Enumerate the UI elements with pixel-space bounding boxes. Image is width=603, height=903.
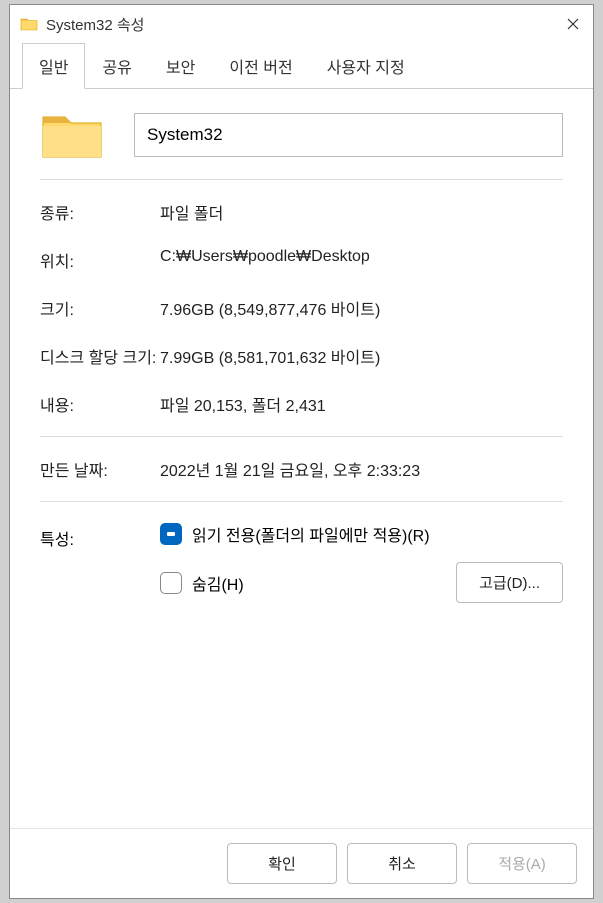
divider — [40, 501, 563, 502]
tab-sharing[interactable]: 공유 — [85, 43, 148, 89]
tab-bar: 일반 공유 보안 이전 버전 사용자 지정 — [10, 43, 593, 89]
tab-general[interactable]: 일반 — [22, 43, 85, 89]
window-title: System32 속성 — [46, 14, 553, 35]
hidden-label: 숨김(H) — [192, 571, 244, 595]
property-row-location: 위치: C:₩Users₩poodle₩Desktop — [40, 236, 563, 284]
tab-customize[interactable]: 사용자 지정 — [310, 43, 422, 89]
property-row-created: 만든 날짜: 2022년 1월 21일 금요일, 오후 2:33:23 — [40, 445, 563, 493]
name-input[interactable] — [134, 113, 563, 157]
size-on-disk-value: 7.99GB (8,581,701,632 바이트) — [160, 344, 563, 368]
tab-previous-versions[interactable]: 이전 버전 — [212, 43, 309, 89]
attributes-label: 특성: — [40, 522, 160, 603]
created-value: 2022년 1월 21일 금요일, 오후 2:33:23 — [160, 457, 563, 481]
property-row-type: 종류: 파일 폴더 — [40, 188, 563, 236]
size-label: 크기: — [40, 296, 160, 320]
apply-button[interactable]: 적용(A) — [467, 843, 577, 884]
tab-security[interactable]: 보안 — [149, 43, 212, 89]
close-button[interactable] — [553, 5, 593, 43]
hidden-checkbox[interactable] — [160, 572, 182, 594]
tab-content: 종류: 파일 폴더 위치: C:₩Users₩poodle₩Desktop 크기… — [10, 89, 593, 828]
location-label: 위치: — [40, 248, 160, 272]
divider — [40, 436, 563, 437]
property-row-size: 크기: 7.96GB (8,549,877,476 바이트) — [40, 284, 563, 332]
type-value: 파일 폴더 — [160, 200, 563, 224]
readonly-row: 읽기 전용(폴더의 파일에만 적용)(R) — [160, 522, 563, 546]
attributes-controls: 읽기 전용(폴더의 파일에만 적용)(R) 숨김(H) 고급(D)... — [160, 522, 563, 603]
header-row — [40, 109, 563, 180]
property-row-size-on-disk: 디스크 할당 크기: 7.99GB (8,581,701,632 바이트) — [40, 332, 563, 380]
advanced-button[interactable]: 고급(D)... — [456, 562, 563, 603]
readonly-checkbox[interactable] — [160, 523, 182, 545]
readonly-label: 읽기 전용(폴더의 파일에만 적용)(R) — [192, 522, 430, 546]
cancel-button[interactable]: 취소 — [347, 843, 457, 884]
folder-large-icon — [40, 109, 104, 161]
size-on-disk-label: 디스크 할당 크기: — [40, 344, 160, 368]
ok-button[interactable]: 확인 — [227, 843, 337, 884]
type-label: 종류: — [40, 200, 160, 224]
property-row-contains: 내용: 파일 20,153, 폴더 2,431 — [40, 380, 563, 428]
titlebar: System32 속성 — [10, 5, 593, 43]
size-value: 7.96GB (8,549,877,476 바이트) — [160, 296, 563, 320]
attributes-section: 특성: 읽기 전용(폴더의 파일에만 적용)(R) — [40, 510, 563, 603]
properties-section: 종류: 파일 폴더 위치: C:₩Users₩poodle₩Desktop 크기… — [40, 180, 563, 603]
created-label: 만든 날짜: — [40, 457, 160, 481]
contains-label: 내용: — [40, 392, 160, 416]
folder-icon — [20, 17, 38, 31]
hidden-row: 숨김(H) — [160, 571, 244, 595]
location-value: C:₩Users₩poodle₩Desktop — [160, 248, 563, 266]
dialog-footer: 확인 취소 적용(A) — [10, 828, 593, 898]
contains-value: 파일 20,153, 폴더 2,431 — [160, 392, 563, 416]
properties-dialog: System32 속성 일반 공유 보안 이전 버전 사용자 지정 — [9, 4, 594, 899]
